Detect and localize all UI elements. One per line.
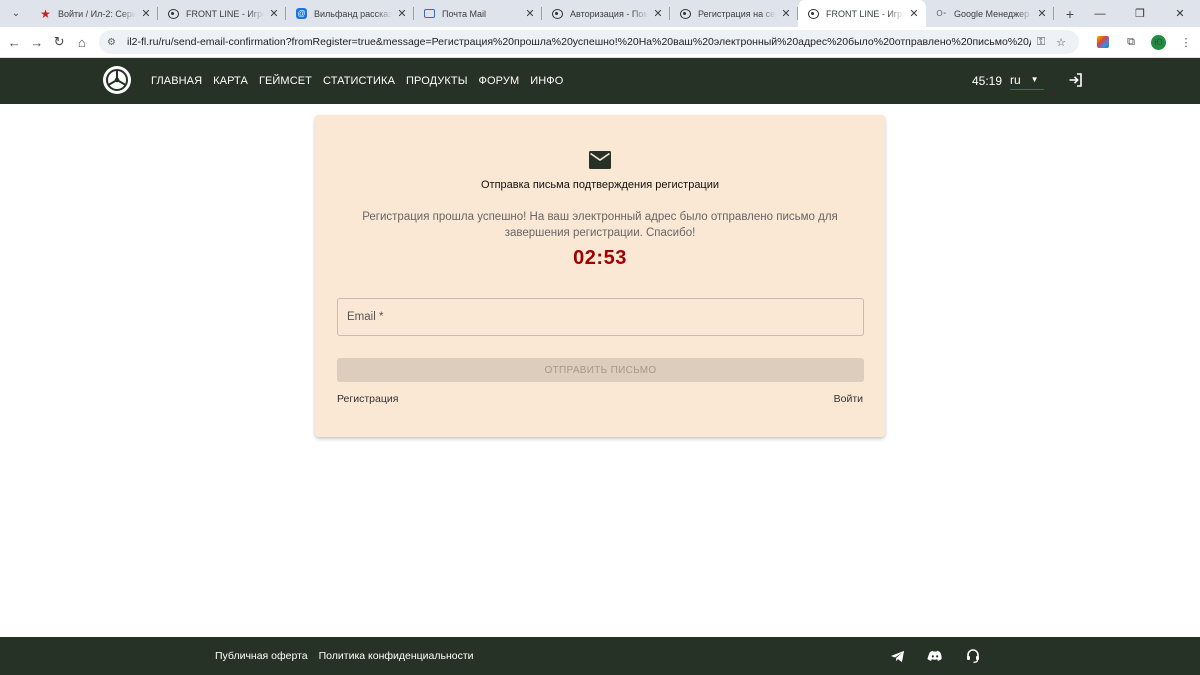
- close-icon[interactable]: ✕: [140, 7, 152, 20]
- tab-title: FRONT LINE - Игровой с: [186, 8, 264, 19]
- tab-2[interactable]: @ Вильфанд рассказал о п ✕: [286, 0, 414, 27]
- browser-toolbar: ← → ↻ ⌂ ⚙ il2-fl.ru/ru/send-email-confir…: [0, 27, 1200, 58]
- resend-countdown: 02:53: [573, 247, 627, 269]
- tab-0[interactable]: ★ Войти / Ил-2: Серия игр ✕: [30, 0, 158, 27]
- minimize-icon[interactable]: —: [1080, 0, 1120, 27]
- site-footer: Публичная оферта Политика конфиденциальн…: [0, 637, 1200, 675]
- card-title: Отправка письма подтверждения регистраци…: [480, 179, 720, 191]
- login-icon[interactable]: [1068, 72, 1084, 88]
- language-select[interactable]: ru ▼: [1010, 70, 1044, 90]
- footer-link-privacy[interactable]: Политика конфиденциальности: [319, 650, 474, 662]
- address-bar[interactable]: ⚙ il2-fl.ru/ru/send-email-confirmation?f…: [99, 30, 1079, 54]
- footer-social-icons: [889, 648, 1003, 664]
- nav-item-stats[interactable]: СТАТИСТИКА: [323, 75, 395, 87]
- nav-item-products[interactable]: ПРОДУКТЫ: [406, 75, 468, 87]
- wheel-icon: [552, 8, 563, 19]
- support-headset-icon[interactable]: [965, 648, 981, 664]
- tab-list: ★ Войти / Ил-2: Серия игр ✕ FRONT LINE -…: [30, 0, 1054, 27]
- footer-link-offer[interactable]: Публичная оферта: [215, 650, 308, 662]
- wheel-icon: [680, 8, 691, 19]
- tab-title: Войти / Ил-2: Серия игр: [58, 8, 136, 19]
- tab-4[interactable]: Авторизация - Помощь ✕: [542, 0, 670, 27]
- forward-icon[interactable]: →: [26, 30, 49, 54]
- login-link[interactable]: Войти: [834, 393, 863, 405]
- url-text: il2-fl.ru/ru/send-email-confirmation?fro…: [127, 36, 1031, 48]
- footer-links: Публичная оферта Политика конфиденциальн…: [215, 650, 485, 662]
- back-icon[interactable]: ←: [3, 30, 26, 54]
- extensions-puzzle-icon[interactable]: ⧉: [1117, 30, 1145, 54]
- reload-icon[interactable]: ↻: [48, 30, 71, 54]
- discord-icon[interactable]: [927, 648, 943, 664]
- key-icon: O⁃: [936, 9, 947, 18]
- password-key-icon[interactable]: ⚿: [1031, 36, 1051, 49]
- nav-item-info[interactable]: ИНФО: [530, 75, 563, 87]
- caret-down-icon: ▼: [1030, 75, 1039, 84]
- tab-title: Вильфанд рассказал о п: [314, 8, 392, 19]
- nav-item-forum[interactable]: ФОРУМ: [479, 75, 520, 87]
- tab-title: Почта Mail: [442, 8, 486, 19]
- close-icon[interactable]: ✕: [908, 7, 920, 20]
- profile-avatar[interactable]: Ю: [1151, 34, 1166, 50]
- tab-title: Авторизация - Помощь: [570, 8, 648, 19]
- tab-5[interactable]: Регистрация на сервере ✕: [670, 0, 798, 27]
- nav-item-map[interactable]: КАРТА: [213, 75, 248, 87]
- extensions-area: ⧉ Ю ⋮: [1089, 30, 1200, 54]
- tab-title: Регистрация на сервере: [698, 8, 776, 19]
- home-icon[interactable]: ⌂: [71, 30, 94, 54]
- tab-title: FRONT LINE - Игровой с: [826, 8, 904, 19]
- menu-kebab-icon[interactable]: ⋮: [1172, 30, 1200, 54]
- tab-7[interactable]: O⁃ Google Менеджер паро ✕: [926, 0, 1054, 27]
- mail-icon: [424, 9, 435, 18]
- bookmark-star-icon[interactable]: ☆: [1051, 36, 1071, 49]
- email-field[interactable]: Email *: [337, 298, 864, 336]
- site-logo[interactable]: [103, 66, 131, 94]
- close-icon[interactable]: ✕: [780, 7, 792, 20]
- tab-6-active[interactable]: FRONT LINE - Игровой с ✕: [798, 0, 926, 27]
- wheel-icon: [168, 8, 179, 19]
- tab-search-icon[interactable]: ⌄: [4, 3, 28, 25]
- browser-tab-strip: ⌄ ★ Войти / Ил-2: Серия игр ✕ FRONT LINE…: [0, 0, 1200, 27]
- email-confirmation-card: Отправка письма подтверждения регистраци…: [315, 115, 885, 437]
- close-icon[interactable]: ✕: [652, 7, 664, 20]
- star-icon: ★: [40, 6, 51, 21]
- language-value: ru: [1010, 72, 1021, 87]
- close-icon[interactable]: ✕: [1036, 7, 1048, 20]
- telegram-icon[interactable]: [889, 648, 905, 664]
- close-window-icon[interactable]: ✕: [1160, 0, 1200, 27]
- site-info-icon[interactable]: ⚙: [107, 37, 121, 48]
- nav-item-gameset[interactable]: ГЕЙМСЕТ: [259, 75, 312, 87]
- close-icon[interactable]: ✕: [524, 7, 536, 20]
- close-icon[interactable]: ✕: [396, 7, 408, 20]
- maximize-icon[interactable]: ❐: [1120, 0, 1160, 27]
- wheel-icon: [808, 8, 819, 19]
- extension-icon[interactable]: [1089, 30, 1117, 54]
- envelope-icon: [589, 151, 611, 169]
- window-controls: — ❐ ✕: [1080, 0, 1200, 27]
- send-email-button[interactable]: ОТПРАВИТЬ ПИСЬМО: [337, 358, 864, 382]
- email-field-label: Email *: [347, 311, 384, 323]
- tab-3[interactable]: Почта Mail ✕: [414, 0, 542, 27]
- tab-1[interactable]: FRONT LINE - Игровой с ✕: [158, 0, 286, 27]
- site-header: ГЛАВНАЯ КАРТА ГЕЙМСЕТ СТАТИСТИКА ПРОДУКТ…: [0, 58, 1200, 104]
- nav-item-home[interactable]: ГЛАВНАЯ: [151, 75, 202, 87]
- at-icon: @: [296, 8, 307, 19]
- new-tab-button[interactable]: +: [1060, 6, 1080, 22]
- success-message: Регистрация прошла успешно! На ваш элект…: [362, 211, 838, 239]
- tab-title: Google Менеджер паро: [954, 8, 1032, 19]
- close-icon[interactable]: ✕: [268, 7, 280, 20]
- server-clock: 45:19: [972, 74, 1003, 88]
- main-nav: ГЛАВНАЯ КАРТА ГЕЙМСЕТ СТАТИСТИКА ПРОДУКТ…: [151, 58, 574, 104]
- wheel-logo-icon: [106, 69, 128, 91]
- register-link[interactable]: Регистрация: [337, 393, 398, 405]
